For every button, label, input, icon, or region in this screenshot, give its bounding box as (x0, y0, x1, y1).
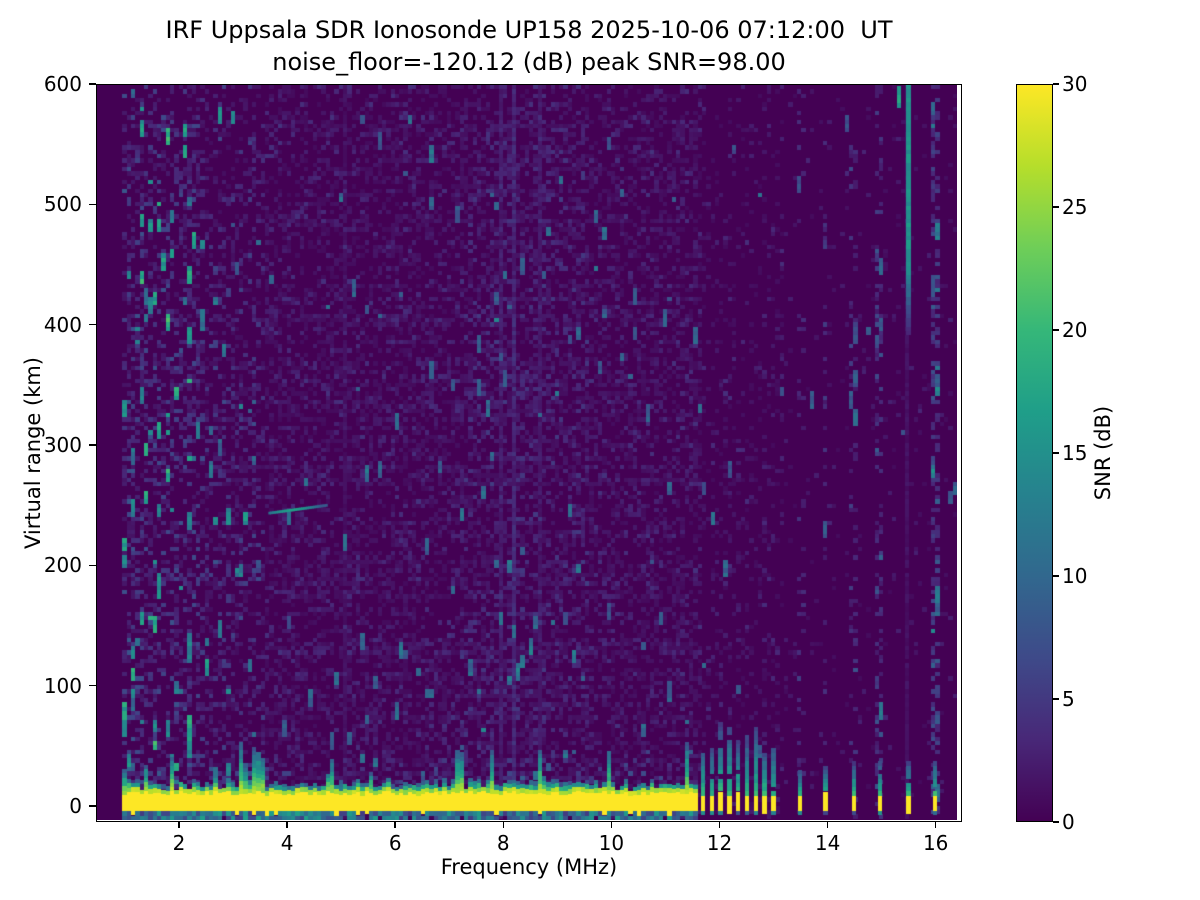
x-tick-label: 16 (906, 831, 966, 855)
y-tick-label: 400 (0, 313, 82, 337)
x-tick-mark (935, 822, 937, 828)
colorbar-tick-mark (1053, 698, 1059, 700)
plot-area (96, 84, 962, 822)
y-tick-mark (89, 444, 96, 446)
colorbar-tick-mark (1053, 452, 1059, 454)
y-tick-label: 100 (0, 674, 82, 698)
colorbar (1016, 84, 1053, 822)
colorbar-tick-mark (1053, 83, 1059, 85)
x-tick-label: 12 (690, 831, 750, 855)
x-tick-label: 4 (257, 831, 317, 855)
y-tick-mark (89, 83, 96, 85)
x-tick-mark (286, 822, 288, 828)
colorbar-tick-mark (1053, 206, 1059, 208)
x-tick-label: 14 (798, 831, 858, 855)
x-tick-mark (178, 822, 180, 828)
y-tick-mark (89, 805, 96, 807)
colorbar-tick-mark (1053, 575, 1059, 577)
y-tick-mark (89, 685, 96, 687)
chart-subtitle: noise_floor=-120.12 (dB) peak SNR=98.00 (96, 47, 962, 77)
x-tick-label: 6 (365, 831, 425, 855)
colorbar-tick-label: 5 (1062, 687, 1122, 711)
x-axis-label: Frequency (MHz) (96, 855, 962, 879)
y-tick-label: 500 (0, 192, 82, 216)
y-tick-label: 0 (0, 794, 82, 818)
colorbar-tick-label: 30 (1062, 72, 1122, 96)
y-tick-mark (89, 324, 96, 326)
y-tick-mark (89, 565, 96, 567)
x-tick-label: 2 (149, 831, 209, 855)
colorbar-tick-mark (1053, 821, 1059, 823)
x-tick-mark (611, 822, 613, 828)
x-tick-mark (394, 822, 396, 828)
colorbar-tick-label: 0 (1062, 810, 1122, 834)
x-tick-label: 10 (581, 831, 641, 855)
y-tick-label: 600 (0, 72, 82, 96)
colorbar-tick-label: 25 (1062, 195, 1122, 219)
x-tick-mark (719, 822, 721, 828)
colorbar-tick-label: 20 (1062, 318, 1122, 342)
y-tick-label: 200 (0, 553, 82, 577)
ionogram-canvas (97, 85, 957, 820)
colorbar-tick-label: 10 (1062, 564, 1122, 588)
y-tick-mark (89, 204, 96, 206)
x-tick-mark (827, 822, 829, 828)
colorbar-tick-mark (1053, 329, 1059, 331)
x-tick-label: 8 (473, 831, 533, 855)
ionogram-figure: IRF Uppsala SDR Ionosonde UP158 2025-10-… (0, 0, 1200, 900)
colorbar-tick-label: 15 (1062, 441, 1122, 465)
x-tick-mark (503, 822, 505, 828)
chart-title: IRF Uppsala SDR Ionosonde UP158 2025-10-… (96, 15, 962, 45)
y-tick-label: 300 (0, 433, 82, 457)
